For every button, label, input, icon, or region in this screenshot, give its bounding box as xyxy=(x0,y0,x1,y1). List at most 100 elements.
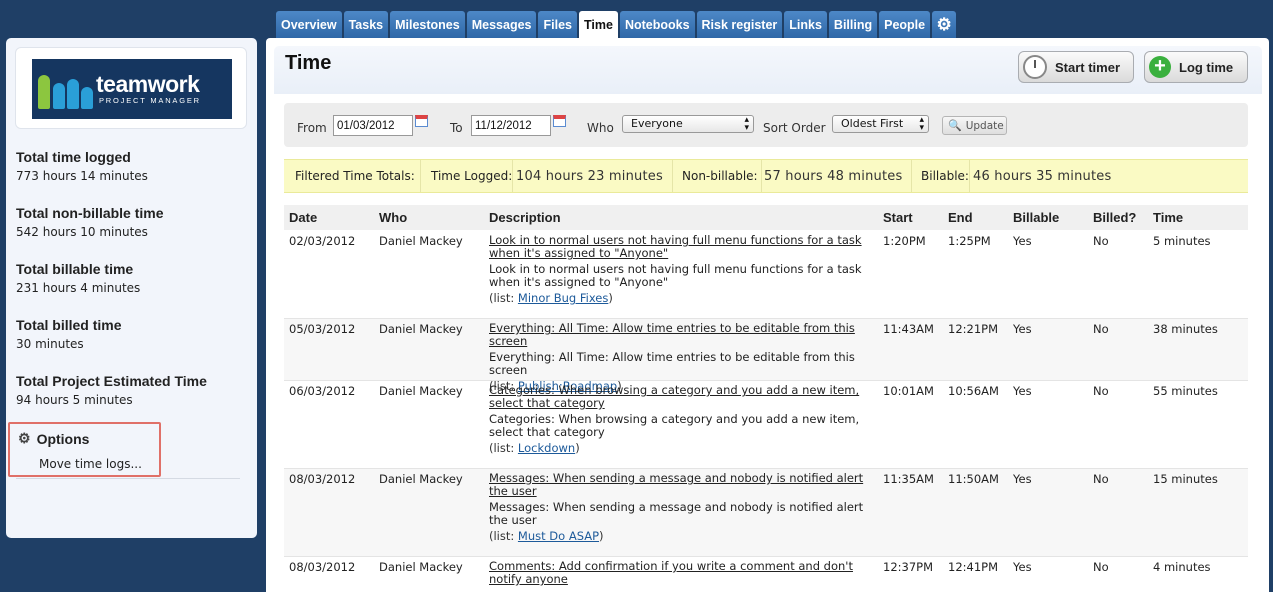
stat-value: 542 hours 10 minutes xyxy=(16,225,148,239)
tab-people[interactable]: People xyxy=(879,11,931,38)
entry-description: Look in to normal users not having full … xyxy=(489,262,862,289)
cell-billable: Yes xyxy=(1013,472,1032,486)
logo-name: teamwork xyxy=(96,71,200,97)
tab-time[interactable]: Time xyxy=(578,11,618,38)
update-button[interactable]: 🔍 Update xyxy=(942,116,1007,135)
cell-billable: Yes xyxy=(1013,322,1032,336)
cell-who: Daniel Mackey xyxy=(379,322,463,336)
task-link[interactable]: Comments: Add confirmation if you write … xyxy=(489,560,877,586)
col-billable[interactable]: Billable xyxy=(1013,210,1059,225)
from-label: From xyxy=(297,121,327,135)
cell-description: Look in to normal users not having full … xyxy=(489,234,877,305)
calendar-icon[interactable] xyxy=(553,115,566,127)
table-row[interactable]: 08/03/2012 Daniel Mackey Messages: When … xyxy=(284,469,1248,557)
logo-tagline: PROJECT MANAGER xyxy=(99,96,201,105)
cell-time: 38 minutes xyxy=(1153,322,1218,336)
sort-order-label: Sort Order xyxy=(763,121,826,135)
stat-value: 94 hours 5 minutes xyxy=(16,393,133,407)
who-label: Who xyxy=(587,121,614,135)
stat-total-billed: Total billed time 30 minutes xyxy=(16,317,122,351)
stat-title: Total time logged xyxy=(16,149,131,165)
stat-title: Total Project Estimated Time xyxy=(16,373,207,389)
tab-notebooks[interactable]: Notebooks xyxy=(619,11,695,38)
cell-end: 10:56AM xyxy=(948,384,999,398)
cell-description: Comments: Add confirmation if you write … xyxy=(489,560,877,586)
who-select[interactable]: Everyone ▴ ▾ xyxy=(622,115,754,133)
project-tabs: Overview Tasks Milestones Messages Files… xyxy=(276,11,957,38)
table-header: Date Who Description Start End Billable … xyxy=(284,205,1248,230)
col-date[interactable]: Date xyxy=(289,210,317,225)
cell-billable: Yes xyxy=(1013,234,1032,248)
list-prefix: (list: xyxy=(489,529,518,543)
task-list-ref: (list: Minor Bug Fixes) xyxy=(489,292,877,305)
col-description[interactable]: Description xyxy=(489,210,561,225)
update-label: Update xyxy=(965,119,1004,132)
task-list-link[interactable]: Must Do ASAP xyxy=(518,529,599,543)
tab-milestones[interactable]: Milestones xyxy=(390,11,465,38)
time-logged-value: 104 hours 23 minutes xyxy=(516,169,663,184)
task-link[interactable]: Categories: When browsing a category and… xyxy=(489,384,877,410)
task-list-ref: (list: Must Do ASAP) xyxy=(489,530,877,543)
entry-description: Messages: When sending a message and nob… xyxy=(489,500,864,527)
col-end[interactable]: End xyxy=(948,210,973,225)
divider xyxy=(911,160,912,192)
stopwatch-icon xyxy=(1023,55,1047,79)
task-link[interactable]: Look in to normal users not having full … xyxy=(489,234,877,260)
col-time[interactable]: Time xyxy=(1153,210,1183,225)
sort-order-select[interactable]: Oldest First ▴ ▾ xyxy=(832,115,929,133)
divider xyxy=(969,160,970,192)
table-row[interactable]: 06/03/2012 Daniel Mackey Categories: Whe… xyxy=(284,381,1248,469)
main-panel: Time Start timer + Log time From To Who … xyxy=(266,38,1269,592)
tab-messages[interactable]: Messages xyxy=(466,11,537,38)
task-link[interactable]: Everything: All Time: Allow time entries… xyxy=(489,322,877,348)
task-list-link[interactable]: Minor Bug Fixes xyxy=(518,291,608,305)
col-who[interactable]: Who xyxy=(379,210,407,225)
gear-icon: ⚙ xyxy=(18,430,31,446)
cell-start: 12:37PM xyxy=(883,560,933,574)
plus-icon: + xyxy=(1149,56,1171,78)
stat-title: Total non-billable time xyxy=(16,205,164,221)
calendar-icon[interactable] xyxy=(415,115,428,127)
table-row[interactable]: 02/03/2012 Daniel Mackey Look in to norm… xyxy=(284,231,1248,319)
to-date-input[interactable] xyxy=(471,115,551,136)
cell-end: 1:25PM xyxy=(948,234,991,248)
from-date-input[interactable] xyxy=(333,115,413,136)
log-time-button[interactable]: + Log time xyxy=(1144,51,1248,83)
move-time-logs-link[interactable]: Move time logs... xyxy=(39,457,142,471)
table-row[interactable]: 08/03/2012 Daniel Mackey Comments: Add c… xyxy=(284,557,1248,592)
task-list-link[interactable]: Lockdown xyxy=(518,441,575,455)
stat-total-billable: Total billable time 231 hours 4 minutes xyxy=(16,261,140,295)
tab-billing[interactable]: Billing xyxy=(828,11,878,38)
cell-date: 02/03/2012 xyxy=(289,234,356,248)
list-prefix: (list: xyxy=(489,291,518,305)
cell-start: 11:35AM xyxy=(883,472,934,486)
cell-end: 12:21PM xyxy=(948,322,998,336)
table-row[interactable]: 05/03/2012 Daniel Mackey Everything: All… xyxy=(284,319,1248,393)
tab-tasks[interactable]: Tasks xyxy=(343,11,389,38)
totals-label: Filtered Time Totals: xyxy=(295,169,415,183)
col-start[interactable]: Start xyxy=(883,210,913,225)
options-title: Options xyxy=(36,430,90,447)
cell-billed: No xyxy=(1093,234,1109,248)
cell-description: Messages: When sending a message and nob… xyxy=(489,472,877,543)
teamwork-logo[interactable]: teamwork PROJECT MANAGER xyxy=(32,59,232,119)
col-billed[interactable]: Billed? xyxy=(1093,210,1136,225)
divider xyxy=(512,160,513,192)
cell-end: 11:50AM xyxy=(948,472,999,486)
tab-risk-register[interactable]: Risk register xyxy=(696,11,783,38)
select-arrows-icon: ▴ ▾ xyxy=(744,115,749,133)
tab-overview[interactable]: Overview xyxy=(276,11,342,38)
cell-description: Categories: When browsing a category and… xyxy=(489,384,877,455)
sidebar: teamwork PROJECT MANAGER Total time logg… xyxy=(6,38,257,538)
tab-files[interactable]: Files xyxy=(538,11,577,38)
tab-links[interactable]: Links xyxy=(784,11,827,38)
magnifier-icon: 🔍 xyxy=(948,119,962,132)
task-link[interactable]: Messages: When sending a message and nob… xyxy=(489,472,877,498)
cell-billable: Yes xyxy=(1013,560,1032,574)
cell-billed: No xyxy=(1093,322,1109,336)
start-timer-button[interactable]: Start timer xyxy=(1018,51,1134,83)
cell-billed: No xyxy=(1093,384,1109,398)
tab-settings[interactable]: ⚙ xyxy=(932,11,957,38)
cell-time: 5 minutes xyxy=(1153,234,1211,248)
who-select-value: Everyone xyxy=(631,117,683,130)
